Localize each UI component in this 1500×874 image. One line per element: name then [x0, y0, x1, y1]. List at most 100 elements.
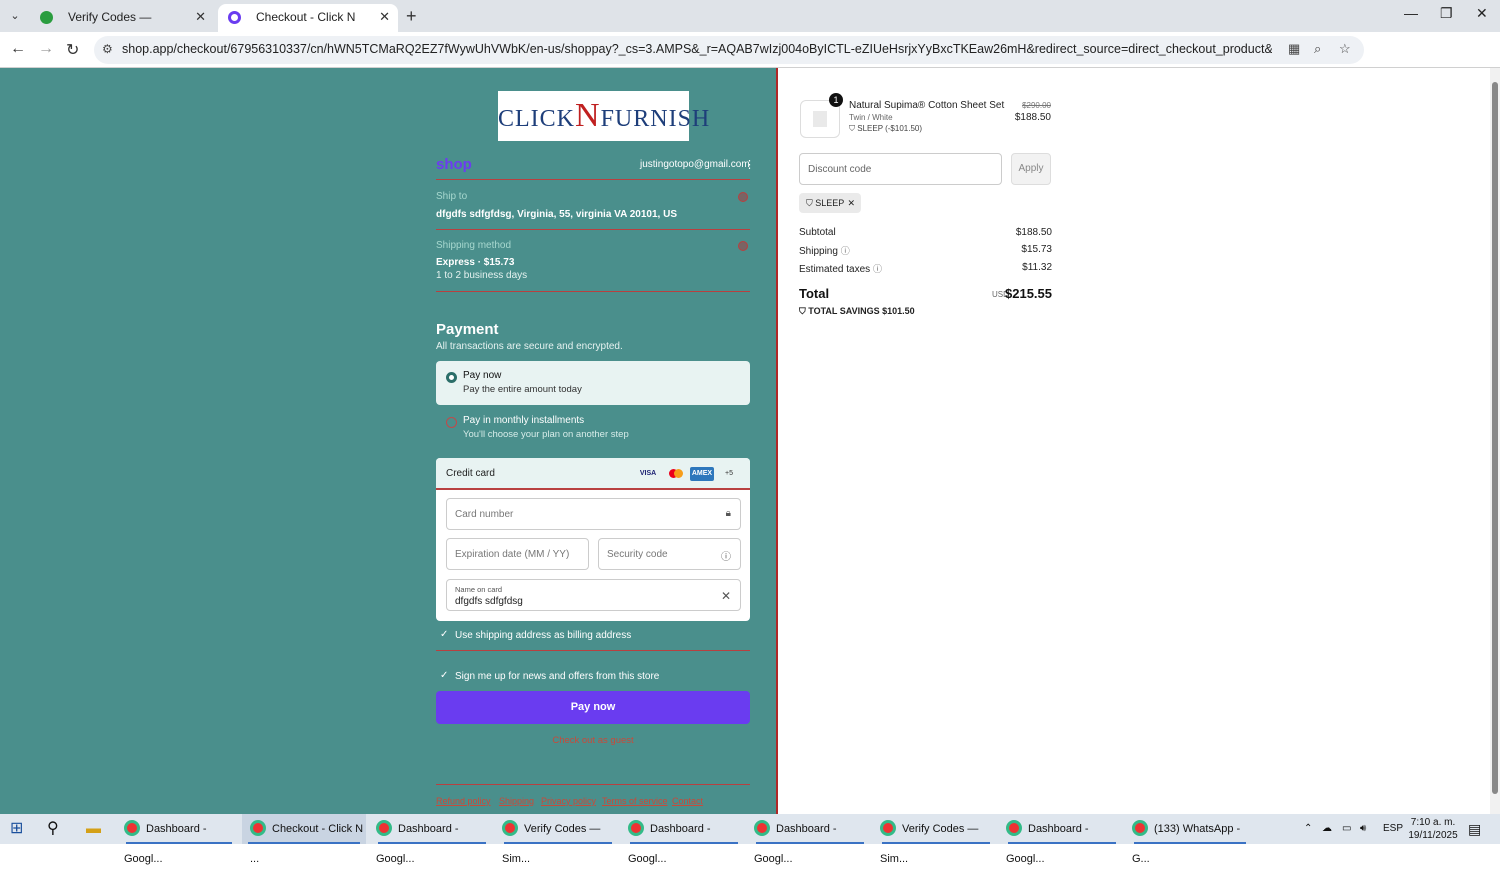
taskbar-item[interactable]: Dashboard - Googl...: [372, 814, 492, 865]
start-windows-icon[interactable]: ⊞: [10, 814, 23, 844]
name-on-card-field[interactable]: Name on card dfgdfs sdfgfdsg ✕: [446, 579, 741, 611]
taskbar-item[interactable]: Dashboard - Googl...: [624, 814, 744, 865]
option-subtitle: You'll choose your plan on another step: [463, 429, 629, 440]
taskbar-item[interactable]: Checkout - Click N ...: [242, 814, 366, 865]
applied-code: SLEEP: [815, 198, 845, 208]
simplycodes-favicon-icon: [40, 11, 53, 24]
tab-checkout[interactable]: Checkout - Click N Furnish ✕: [218, 4, 398, 50]
discount-code-input[interactable]: Discount code: [799, 153, 1002, 185]
reload-icon[interactable]: ↻: [66, 40, 79, 60]
shop-favicon-icon: [228, 11, 241, 24]
taskbar-item[interactable]: Verify Codes — Sim...: [876, 814, 996, 865]
credit-card-header[interactable]: Credit card VISA AMEX +5: [436, 458, 750, 490]
footer-shipping-link[interactable]: Shipping: [499, 796, 534, 806]
discount-placeholder: Discount code: [808, 164, 872, 175]
translate-icon[interactable]: ▦: [1288, 41, 1300, 57]
security-code-field[interactable]: Security code ⓘ: [598, 538, 741, 570]
tab-verify-codes[interactable]: Verify Codes — SimplyCodes ✕: [30, 4, 214, 50]
edit-ship-to-icon[interactable]: [738, 192, 748, 202]
language-indicator[interactable]: ESP: [1383, 814, 1403, 844]
name-on-card-value: dfgdfs sdfgfdsg: [455, 596, 523, 607]
tag-icon: ⛉: [849, 124, 858, 133]
guest-checkout-link[interactable]: Check out as guest: [436, 735, 750, 746]
footer-contact-link[interactable]: Contact: [672, 796, 703, 806]
tag-icon: ⛉: [799, 306, 809, 316]
name-on-card-label: Name on card: [455, 585, 503, 594]
chrome-icon: [376, 820, 392, 837]
back-icon[interactable]: ←: [10, 40, 26, 58]
chrome-icon: [1006, 820, 1022, 837]
taskbar-item[interactable]: Dashboard - Googl...: [120, 814, 238, 865]
store-logo: CLICKNFURNISH: [498, 91, 709, 141]
restore-icon[interactable]: ❐: [1440, 5, 1453, 22]
total-label: Total: [799, 286, 830, 301]
taskbar-item[interactable]: (133) WhatsApp - G...: [1128, 814, 1252, 865]
divider: [436, 229, 750, 230]
tag-icon: ⛉: [806, 198, 816, 208]
card-number-field[interactable]: Card number 🔒︎: [446, 498, 741, 530]
zoom-icon[interactable]: ⌕: [1314, 41, 1321, 57]
search-icon[interactable]: ⚲: [47, 814, 59, 844]
option-pay-now[interactable]: Pay now Pay the entire amount today: [436, 361, 750, 405]
browser-tab-bar: ⌄ Verify Codes — SimplyCodes ✕ Checkout …: [0, 0, 1500, 50]
scrollbar[interactable]: [1490, 68, 1500, 814]
lock-icon: 🔒︎: [725, 508, 731, 519]
taskbar-item[interactable]: Dashboard - Googl...: [1002, 814, 1122, 865]
option-title: Pay now: [463, 370, 502, 381]
windows-taskbar: ⊞ ⚲ ▬ Dashboard - Googl... Checkout - Cl…: [0, 814, 1500, 865]
clear-icon[interactable]: ✕: [721, 589, 731, 603]
new-tab-button[interactable]: +: [406, 6, 417, 27]
file-explorer-icon[interactable]: ▬: [86, 814, 101, 844]
product-discount-text: SLEEP (-$101.50): [857, 124, 923, 133]
volume-icon[interactable]: 🔊︎: [1360, 814, 1366, 844]
original-price: $290.00: [1022, 101, 1051, 110]
divider: [436, 179, 750, 180]
option-title: Pay in monthly installments: [463, 415, 585, 426]
amex-icon: AMEX: [690, 467, 714, 481]
url-field[interactable]: ⚙ shop.app/checkout/67956310337/cn/hWN5T…: [94, 36, 1364, 64]
taskbar-item[interactable]: Verify Codes — Sim...: [498, 814, 618, 865]
forward-icon[interactable]: →: [38, 40, 54, 58]
apply-button[interactable]: Apply: [1011, 153, 1051, 185]
show-hidden-icons-icon[interactable]: ⌃: [1304, 814, 1312, 844]
footer-refund-link[interactable]: Refund policy: [436, 796, 491, 806]
site-info-icon[interactable]: ⚙: [102, 42, 113, 56]
payment-subtitle: All transactions are secure and encrypte…: [436, 341, 623, 352]
radio-unselected-icon[interactable]: [446, 417, 457, 428]
remove-discount-icon[interactable]: ✕: [847, 193, 855, 213]
network-icon[interactable]: ▭: [1342, 814, 1351, 844]
account-email: justingotopo@gmail.com: [640, 159, 750, 170]
bookmark-star-icon[interactable]: ☆: [1339, 41, 1351, 57]
clock[interactable]: 7:10 a. m. 19/11/2025: [1408, 814, 1458, 842]
expiration-field[interactable]: Expiration date (MM / YY): [446, 538, 589, 570]
product-variant: Twin / White: [849, 113, 893, 122]
account-menu-icon[interactable]: ⋮: [744, 158, 755, 171]
chrome-icon: [628, 820, 644, 837]
close-window-icon[interactable]: ✕: [1476, 5, 1488, 22]
notifications-icon[interactable]: ▤: [1468, 814, 1481, 844]
expiration-placeholder: Expiration date (MM / YY): [455, 549, 570, 560]
product-price: $188.50: [1014, 112, 1051, 123]
tab-search-icon[interactable]: ⌄: [6, 7, 24, 25]
footer-privacy-link[interactable]: Privacy policy: [541, 796, 596, 806]
close-tab-icon[interactable]: ✕: [379, 4, 390, 30]
shipping-info-icon[interactable]: ⓘ: [841, 246, 850, 256]
radio-selected-icon[interactable]: [446, 372, 457, 383]
taxes-info-icon[interactable]: ⓘ: [873, 264, 882, 274]
close-tab-icon[interactable]: ✕: [195, 4, 206, 30]
minimize-icon[interactable]: —: [1404, 5, 1418, 21]
onedrive-icon[interactable]: ☁: [1322, 814, 1332, 844]
applied-discount-tag: ⛉ SLEEP ✕: [799, 193, 861, 213]
edit-shipping-method-icon[interactable]: [738, 241, 748, 251]
checkout-main: CLICKNFURNISH shop justingotopo@gmail.co…: [0, 68, 776, 814]
taskbar-item[interactable]: Dashboard - Googl...: [750, 814, 870, 865]
help-icon[interactable]: ⓘ: [721, 548, 731, 563]
option-installments[interactable]: Pay in monthly installments You'll choos…: [436, 406, 750, 450]
url-text: shop.app/checkout/67956310337/cn/hWN5TCM…: [122, 42, 1272, 56]
footer-terms-link[interactable]: Terms of service: [602, 796, 668, 806]
billing-checkbox-icon[interactable]: ✓: [440, 629, 448, 640]
billing-checkbox-label: Use shipping address as billing address: [455, 630, 632, 641]
divider: [436, 650, 750, 651]
newsletter-checkbox-icon[interactable]: ✓: [440, 670, 448, 681]
pay-now-button[interactable]: Pay now: [436, 691, 750, 724]
